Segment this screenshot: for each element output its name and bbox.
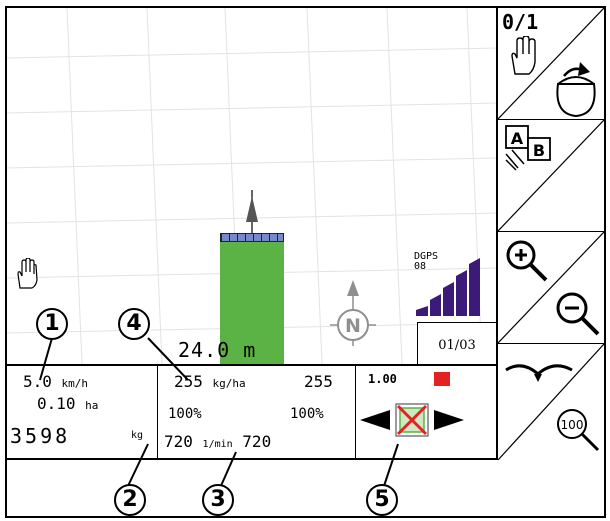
callout-3: 3 xyxy=(202,484,234,516)
callout-4: 4 xyxy=(118,308,150,340)
callout-5: 5 xyxy=(366,484,398,516)
callout-leaders xyxy=(39,337,399,489)
callout-2: 2 xyxy=(114,484,146,516)
callout-1: 1 xyxy=(36,308,68,340)
